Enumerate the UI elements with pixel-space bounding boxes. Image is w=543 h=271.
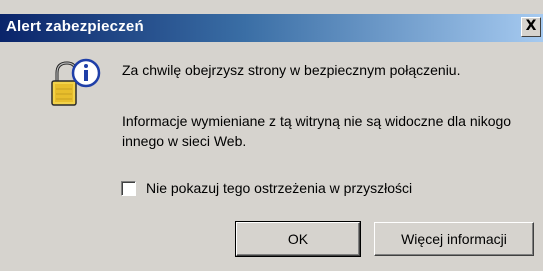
security-alert-dialog: Alert zabezpieczeń X Za chwilę obejrzysz… bbox=[0, 0, 543, 271]
dont-show-again-checkbox[interactable] bbox=[121, 181, 136, 196]
title-bar[interactable]: Alert zabezpieczeń X bbox=[0, 14, 543, 42]
message-line-1: Za chwilę obejrzysz strony w bezpiecznym… bbox=[122, 62, 461, 78]
message-line-2: Informacje wymieniane z tą witryną nie s… bbox=[122, 113, 512, 149]
dont-show-again-label[interactable]: Nie pokazuj tego ostrzeżenia w przyszłoś… bbox=[146, 180, 412, 196]
more-info-button[interactable]: Więcej informacji bbox=[374, 222, 534, 256]
window-title: Alert zabezpieczeń bbox=[6, 18, 144, 35]
lock-info-icon bbox=[49, 57, 105, 109]
ok-button[interactable]: OK bbox=[235, 221, 361, 257]
close-button[interactable]: X bbox=[521, 17, 541, 37]
